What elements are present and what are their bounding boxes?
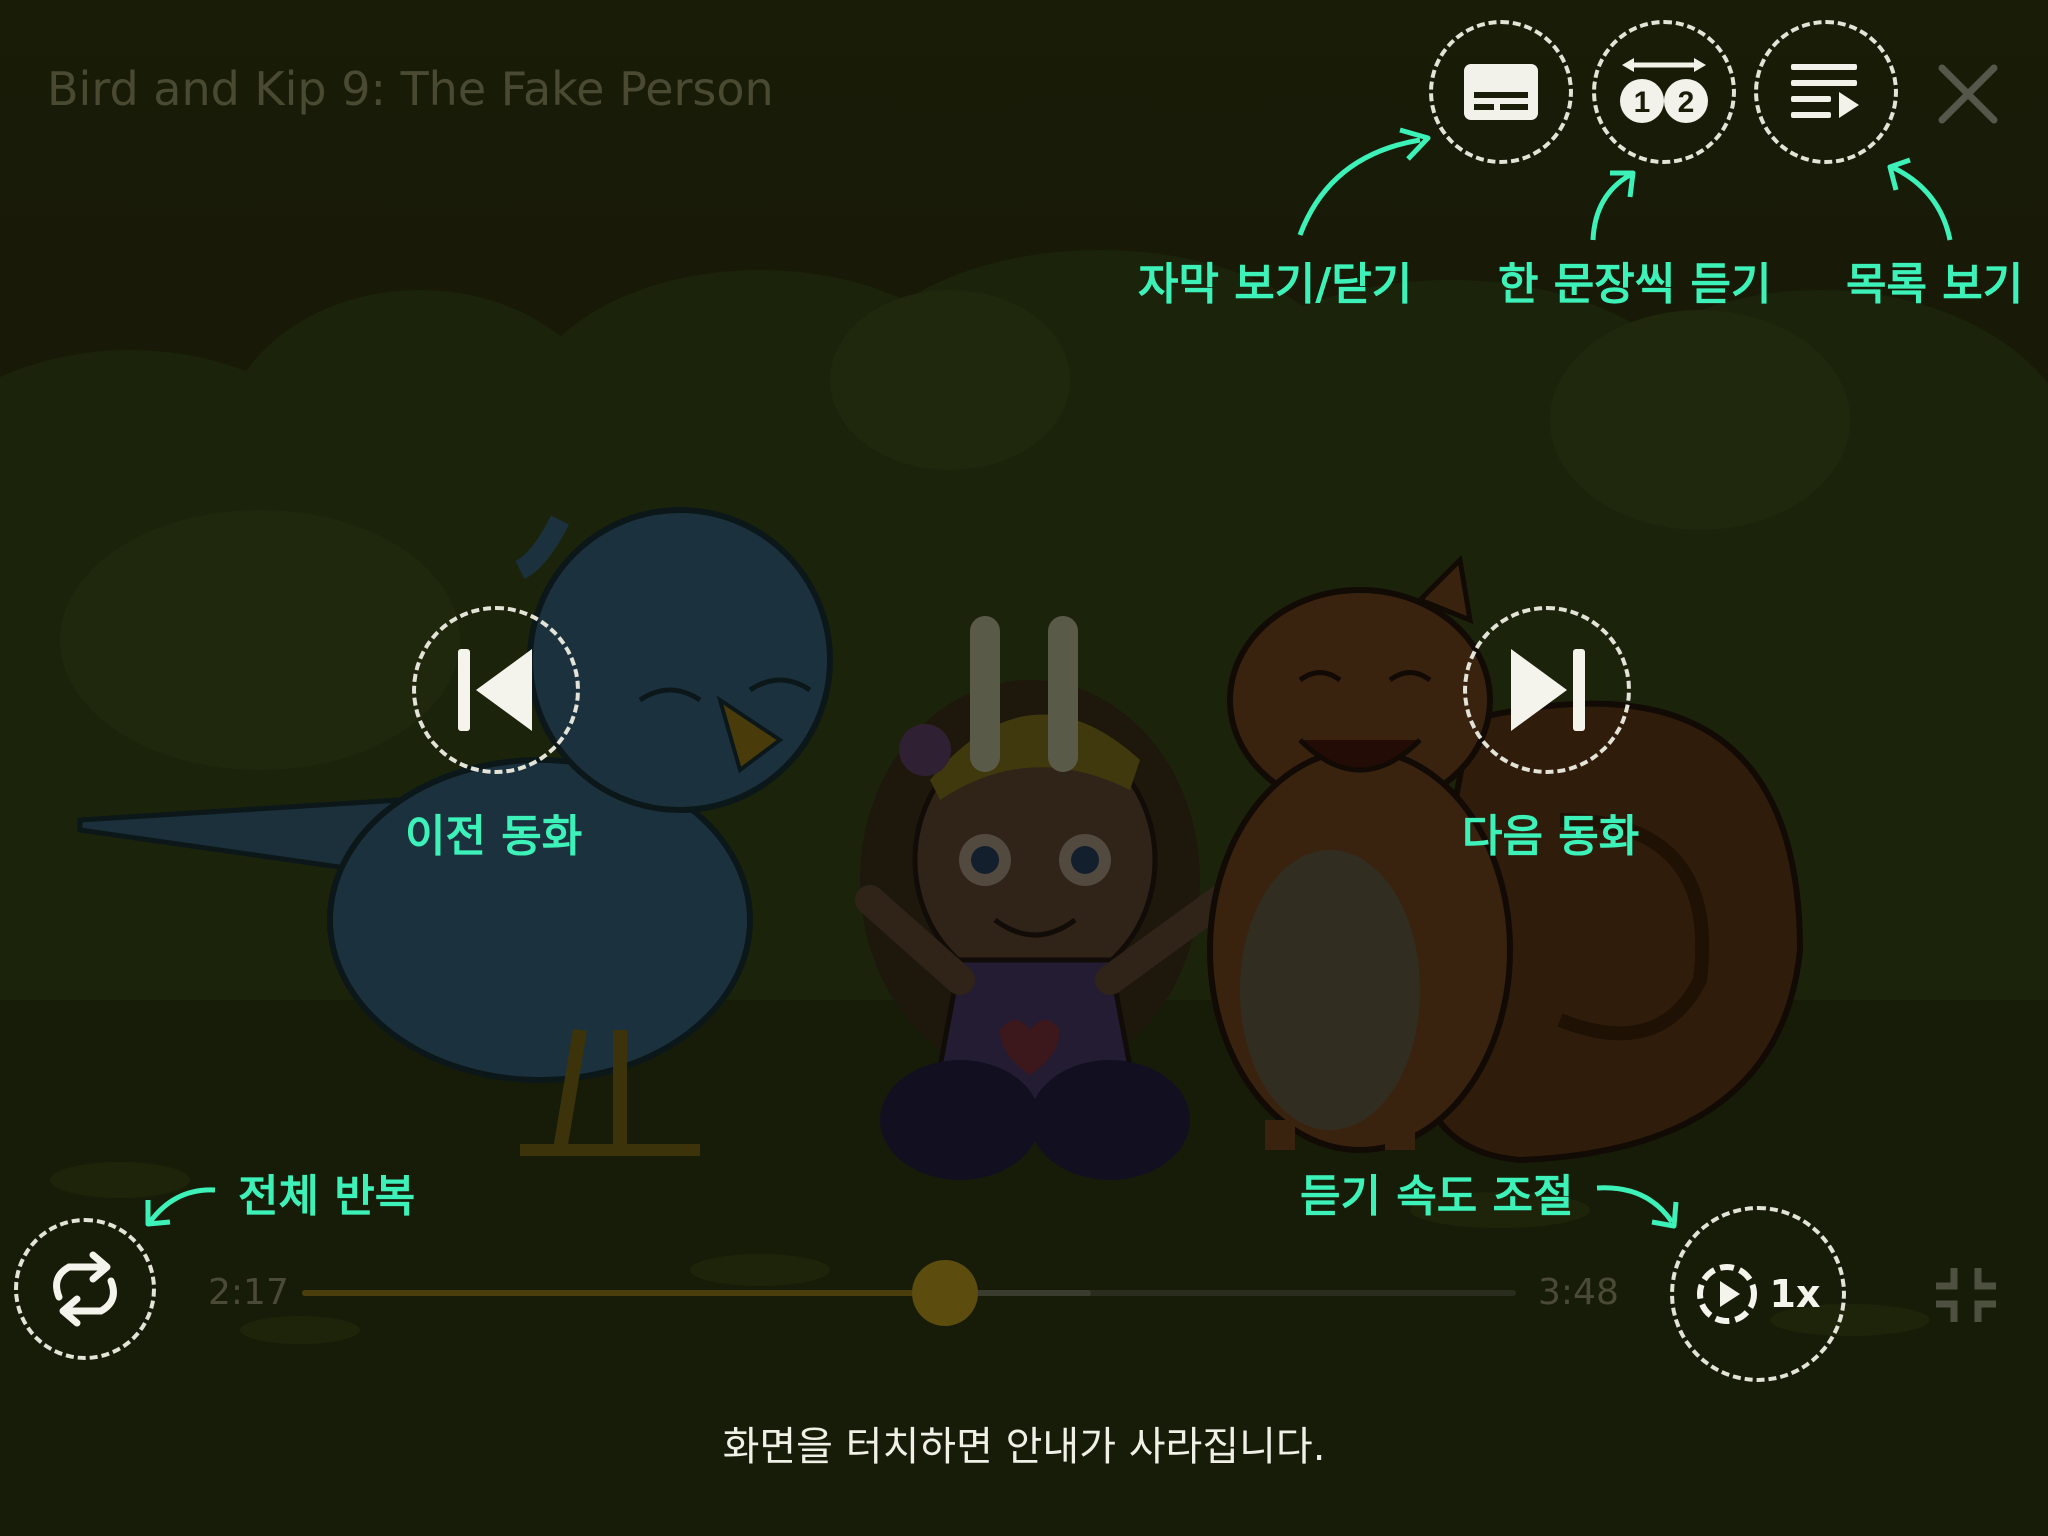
current-time: 2:17: [208, 1272, 289, 1313]
skip-previous-icon: [458, 649, 532, 731]
playback-speed-icon: [1696, 1264, 1757, 1324]
next-story-button[interactable]: [1463, 606, 1631, 774]
previous-story-button[interactable]: [412, 606, 580, 774]
exit-fullscreen-icon: [1936, 1268, 1996, 1322]
subtitles-icon: [1464, 64, 1538, 120]
progress-played: [302, 1290, 946, 1296]
repeat-all-button[interactable]: [14, 1218, 156, 1360]
video-title: Bird and Kip 9: The Fake Person: [47, 62, 774, 116]
svg-text:2: 2: [1678, 86, 1695, 119]
progress-thumb[interactable]: [912, 1260, 979, 1326]
pause-button[interactable]: [968, 614, 1080, 774]
previous-hint-label: 이전 동화: [405, 811, 583, 862]
playlist-hint-arrow: [1887, 157, 1953, 241]
dismiss-hint-message: 화면을 터치하면 안내가 사라집니다.: [722, 1424, 1326, 1470]
video-player[interactable]: Bird and Kip 9: The Fake Person 1 2 자막 보…: [0, 0, 2048, 1536]
sentence-by-sentence-icon: 1 2: [1620, 58, 1708, 123]
repeat-all-icon: [53, 1251, 117, 1327]
subtitle-toggle-button[interactable]: [1429, 20, 1573, 164]
playback-speed-button[interactable]: 1x: [1670, 1206, 1846, 1382]
speed-value: 1x: [1769, 1272, 1821, 1316]
exit-fullscreen-button[interactable]: [1934, 1266, 1998, 1324]
skip-next-icon: [1511, 649, 1585, 731]
progress-track[interactable]: [302, 1260, 1516, 1326]
close-icon: [1938, 64, 1998, 124]
playlist-hint-label: 목록 보기: [1846, 259, 2024, 310]
sentence-hint-label: 한 문장씩 듣기: [1498, 259, 1772, 310]
subtitle-hint-label: 자막 보기/닫기: [1138, 259, 1413, 310]
speed-hint-label: 듣기 속도 조절: [1300, 1171, 1574, 1222]
speed-hint-arrow: [1596, 1185, 1679, 1229]
repeat-hint-arrow: [145, 1187, 216, 1227]
svg-text:1: 1: [1634, 86, 1651, 119]
next-hint-label: 다음 동화: [1462, 811, 1640, 862]
sentence-hint-arrow: [1590, 170, 1636, 241]
close-button[interactable]: [1936, 62, 2000, 126]
subtitle-hint-arrow: [1297, 127, 1431, 236]
playlist-button[interactable]: [1754, 20, 1898, 164]
pause-icon: [970, 616, 1078, 772]
playlist-icon: [1791, 64, 1859, 118]
sentence-by-sentence-button[interactable]: 1 2: [1592, 20, 1736, 164]
total-time: 3:48: [1538, 1272, 1619, 1313]
repeat-hint-label: 전체 반복: [238, 1171, 416, 1222]
